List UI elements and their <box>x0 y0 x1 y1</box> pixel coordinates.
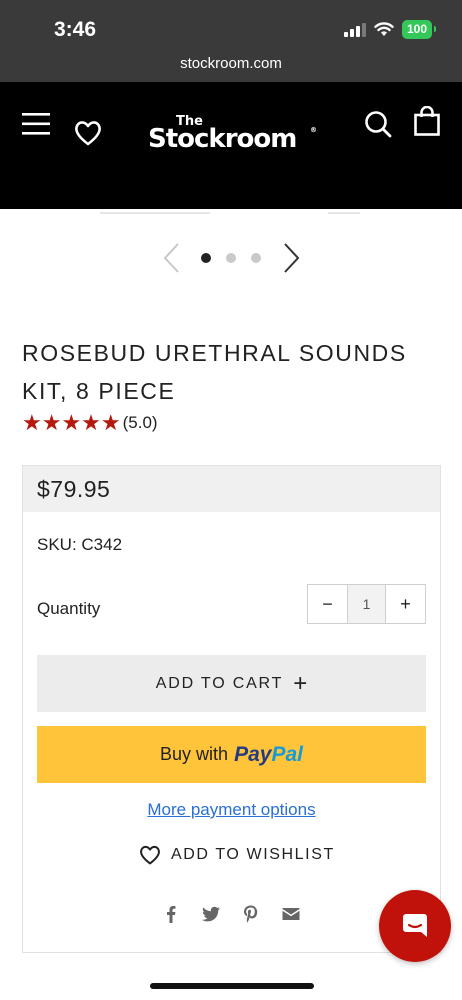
product-price: $79.95 <box>37 476 111 502</box>
paypal-logo: PayPal <box>234 743 303 767</box>
facebook-icon[interactable] <box>161 904 181 924</box>
plus-icon: + <box>293 669 308 697</box>
paypal-prefix: Buy with <box>160 744 229 764</box>
heart-icon[interactable] <box>74 120 102 146</box>
carousel-dot[interactable] <box>251 253 261 263</box>
chat-bubble-icon <box>403 914 427 937</box>
quantity-decrease-button[interactable]: − <box>308 585 347 623</box>
url-bar[interactable]: stockroom.com <box>0 55 462 72</box>
add-to-wishlist-button[interactable]: ADD TO WISHLIST <box>139 842 335 868</box>
pinterest-icon[interactable] <box>241 904 261 924</box>
paypal-logo-pal: Pal <box>271 742 303 766</box>
chat-button[interactable] <box>379 890 451 962</box>
quantity-stepper: − 1 + <box>307 584 426 624</box>
quantity-input[interactable]: 1 <box>347 585 386 623</box>
status-bar: 3:46 100 stockroom.com <box>0 0 462 82</box>
search-icon[interactable] <box>364 110 392 138</box>
wishlist-label: ADD TO WISHLIST <box>171 846 335 863</box>
carousel-dot[interactable] <box>226 253 236 263</box>
status-icons: 100 <box>343 20 437 39</box>
status-time: 3:46 <box>54 18 97 41</box>
logo-wordmark: Stockroom <box>148 124 297 154</box>
star-rating-icon: ★★★★★ <box>22 410 121 435</box>
battery-indicator: 100 <box>401 20 437 39</box>
product-image-edge <box>100 212 360 216</box>
social-share <box>161 904 301 924</box>
image-carousel-nav <box>0 240 462 276</box>
quantity-increase-button[interactable]: + <box>386 585 425 623</box>
logo-registered-mark: ® <box>310 126 317 134</box>
add-to-cart-button[interactable]: ADD TO CART + <box>37 655 426 712</box>
product-rating[interactable]: ★★★★★ (5.0) <box>22 410 158 436</box>
home-indicator <box>150 983 314 989</box>
chevron-right-icon[interactable] <box>282 242 300 274</box>
carousel-dot[interactable] <box>201 253 211 263</box>
twitter-icon[interactable] <box>201 904 221 924</box>
buy-box: $79.95 SKU: C342 Quantity − 1 + ADD TO C… <box>22 465 441 953</box>
price-bar: $79.95 <box>23 466 440 512</box>
product-title: ROSEBUD URETHRAL SOUNDS KIT, 8 PIECE <box>22 340 407 404</box>
email-icon[interactable] <box>281 904 301 924</box>
site-logo[interactable]: The Stockroom ® <box>148 114 318 158</box>
wifi-icon <box>374 22 394 36</box>
heart-outline-icon <box>140 845 160 865</box>
paypal-logo-pay: Pay <box>234 742 272 766</box>
paypal-button[interactable]: Buy with PayPal <box>37 726 426 783</box>
cellular-signal-icon <box>343 22 366 37</box>
add-to-cart-label: ADD TO CART <box>155 674 284 692</box>
rating-value: (5.0) <box>122 413 158 432</box>
chevron-left-icon[interactable] <box>163 242 181 274</box>
menu-icon[interactable] <box>22 112 50 136</box>
more-payment-options-link[interactable]: More payment options <box>23 800 440 820</box>
quantity-label: Quantity <box>37 599 101 618</box>
shopping-bag-icon[interactable] <box>414 106 440 136</box>
product-sku: SKU: C342 <box>37 535 123 554</box>
